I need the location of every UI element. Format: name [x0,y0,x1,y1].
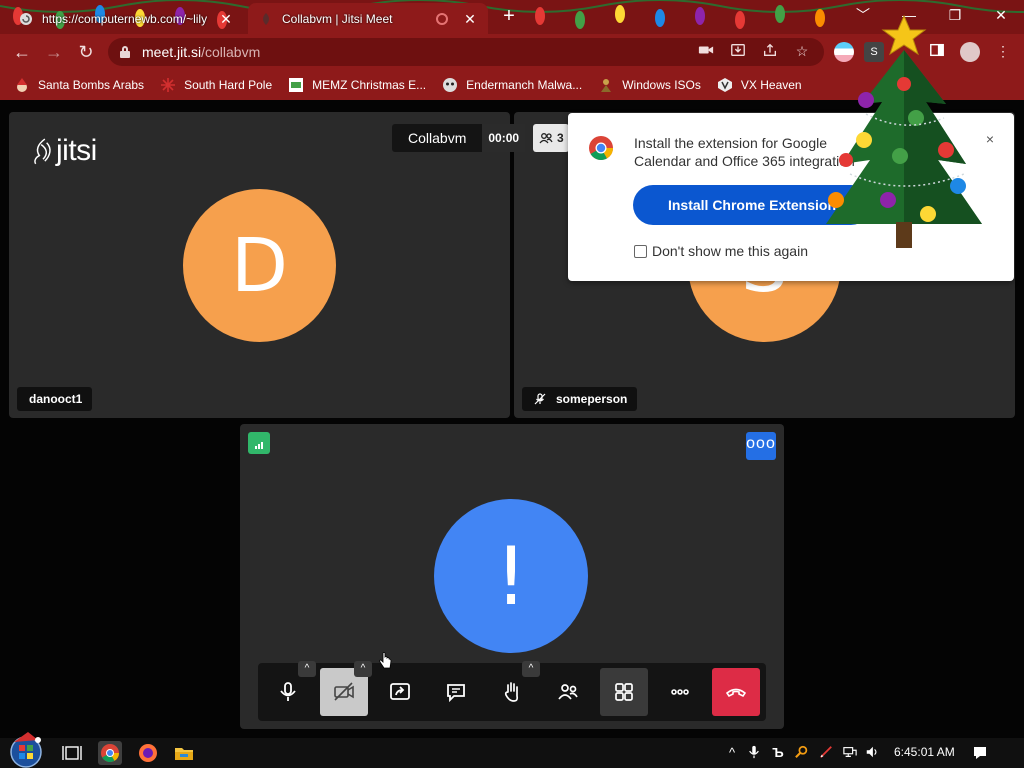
show-hidden-icons-icon[interactable]: ^ [724,745,740,761]
raise-hand-icon [504,682,519,702]
audio-options-caret-icon[interactable]: ^ [298,661,316,677]
conference-timer: 00:00 [482,124,526,152]
screenshare-button[interactable] [376,668,424,716]
share-icon[interactable] [761,42,779,60]
participants-pane-icon [558,684,578,700]
jitsi-logo-text: jitsi [56,134,97,167]
taskbar-clock[interactable]: 6:45:01 AM [894,745,955,759]
windows-isos-icon [598,77,614,93]
network-tray-icon[interactable] [842,745,858,761]
pen-tray-icon[interactable] [818,745,834,761]
bookmark-label: Windows ISOs [622,78,701,92]
chrome-taskbar-icon[interactable] [98,741,122,765]
bookmark-south-hard-pole[interactable]: South Hard Pole [160,77,272,93]
spiral-favicon-icon [18,11,34,27]
participant-name: someperson [556,392,628,406]
tab-computernewb[interactable]: https://computernewb.com/~lily ✕ [8,3,244,34]
tab-title: https://computernewb.com/~lily [42,11,208,26]
chat-icon [447,684,465,703]
bookmark-windows-isos[interactable]: Windows ISOs [598,77,701,93]
tab-close-icon[interactable]: ✕ [218,11,234,27]
hand-cursor-icon [379,652,392,669]
endermanch-icon [442,77,458,93]
url-text: meet.jit.si/collabvm [142,44,261,60]
jitsi-favicon-icon [258,11,274,27]
dont-show-again-checkbox[interactable]: Don't show me this again [634,243,808,259]
bookmark-endermanch[interactable]: Endermanch Malwa... [442,77,582,93]
video-options-caret-icon[interactable]: ^ [354,661,372,677]
action-center-icon[interactable] [972,745,988,761]
tile-view-button[interactable] [600,668,648,716]
christmas-tree-decoration [826,14,982,248]
bookmark-label: South Hard Pole [184,78,273,92]
local-avatar: ! [434,499,588,653]
camera-off-icon [334,682,354,701]
participant-name-tag: someperson [522,387,638,411]
checkbox-label: Don't show me this again [652,243,808,259]
bookmark-label: Santa Bombs Arabs [38,78,145,92]
more-dots-icon [671,689,689,695]
hangup-icon [725,688,747,698]
tab-close-icon[interactable]: ✕ [462,11,478,27]
start-button[interactable] [4,728,48,768]
more-actions-button[interactable] [656,668,704,716]
conference-name: Collabvm [392,124,483,152]
address-bar[interactable]: meet.jit.si/collabvm [108,38,824,66]
participant-count-badge[interactable]: 3 [533,124,569,152]
reload-button[interactable]: ↻ [74,40,98,64]
reactions-caret-icon[interactable]: ^ [522,661,540,677]
tab-title: Collabvm | Jitsi Meet [282,11,393,26]
tb-app-tray-icon[interactable]: Ъ [770,745,786,761]
participant-name-tag: danooct1 [17,387,93,411]
jitsi-flame-icon [34,138,51,165]
task-view-icon[interactable] [60,741,84,765]
bookmark-label: VX Heaven [740,78,802,92]
screen: https://computernewb.com/~lily ✕ Collabv… [0,0,1024,768]
snowflake-icon [160,77,176,93]
bookmark-vx-heaven[interactable]: VX Heaven [717,77,802,93]
file-explorer-taskbar-icon[interactable] [172,741,196,765]
lock-icon [120,46,130,58]
bookmark-santa-bombs-arabs[interactable]: Santa Bombs Arabs [14,77,144,93]
participant-count: 3 [557,131,564,145]
notification-close-icon[interactable]: × [986,131,994,147]
memz-icon [288,77,304,93]
santa-icon [14,77,30,93]
firefox-taskbar-icon[interactable] [136,741,160,765]
back-button[interactable]: ← [10,40,34,64]
checkbox-box[interactable] [634,244,647,258]
participant-name: danooct1 [29,392,83,406]
bookmark-memz[interactable]: MEMZ Christmas E... [288,77,426,93]
chat-button[interactable] [432,668,480,716]
search-tray-icon[interactable] [794,745,810,761]
volume-tray-icon[interactable] [864,745,880,761]
tile-view-icon [615,683,633,701]
vx-heaven-icon [717,77,733,93]
connection-indicator-icon[interactable] [248,432,270,454]
microphone-icon [280,682,296,701]
bookmark-star-icon[interactable]: ☆ [793,42,811,60]
kebab-menu-icon[interactable]: ⋮ [994,42,1012,60]
forward-button[interactable]: → [42,40,66,64]
bookmark-label: MEMZ Christmas E... [312,78,427,92]
participants-icon [539,133,553,144]
camera-in-use-icon[interactable] [697,42,715,60]
mic-muted-icon [534,393,546,405]
local-video-menu-button[interactable]: ooo [746,432,776,460]
tab-collabvm-jitsi[interactable]: Collabvm | Jitsi Meet ✕ [248,3,488,34]
install-app-icon[interactable] [729,42,747,60]
participants-button[interactable] [544,668,592,716]
screen-share-icon [390,683,410,700]
participant-avatar: D [183,189,336,342]
new-tab-button[interactable]: + [498,6,520,28]
jitsi-logo: jitsi [32,134,97,168]
windows-taskbar: ^ Ъ 6:45:01 AM [0,732,1024,768]
bookmark-label: Endermanch Malwa... [466,78,583,92]
meeting-toolbox: ^ ^ ^ [258,661,766,721]
hangup-button[interactable] [712,668,760,716]
recording-indicator-icon [436,12,448,25]
conference-subject: Collabvm 00:00 [392,124,526,152]
chrome-logo-icon [589,136,613,161]
microphone-tray-icon[interactable] [746,745,762,761]
